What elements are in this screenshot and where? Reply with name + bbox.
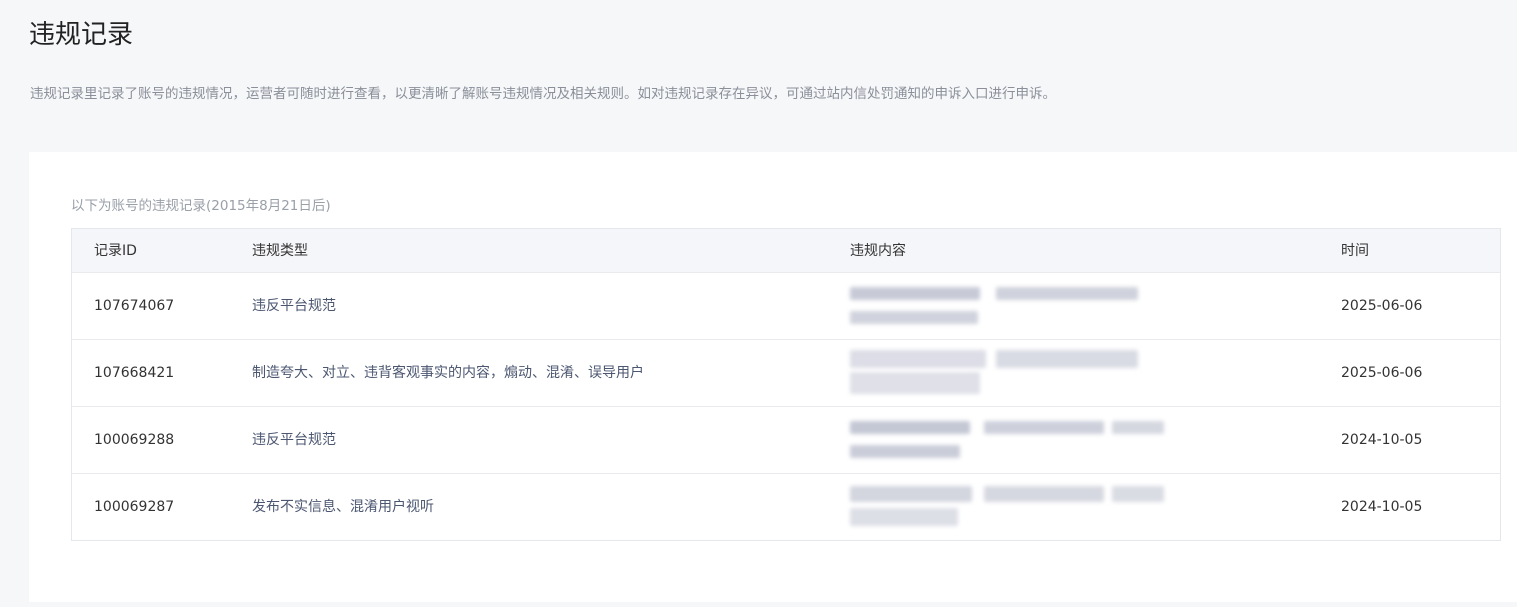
header-violation-type: 违规类型 (252, 242, 308, 259)
violation-content-blurred (850, 273, 1270, 339)
record-id: 100069287 (94, 499, 175, 515)
table-row: 107674067 违反平台规范 2025-06-06 (72, 272, 1500, 339)
records-subtitle: 以下为账号的违规记录(2015年8月21日后) (71, 198, 331, 214)
record-time: 2024-10-05 (1341, 499, 1423, 515)
page-description: 违规记录里记录了账号的违规情况，运营者可随时进行查看，以更清晰了解账号违规情况及… (30, 86, 1056, 102)
record-time: 2025-06-06 (1341, 298, 1423, 314)
violation-type: 制造夸大、对立、违背客观事实的内容，煽动、混淆、误导用户 (252, 365, 644, 381)
record-id: 107668421 (94, 365, 175, 381)
record-id: 100069288 (94, 432, 175, 448)
record-time: 2025-06-06 (1341, 365, 1423, 381)
header-time: 时间 (1341, 242, 1369, 259)
page-title: 违规记录 (29, 20, 134, 50)
violation-records-table: 记录ID 违规类型 违规内容 时间 107674067 违反平台规范 2025-… (71, 228, 1501, 541)
record-id: 107674067 (94, 298, 175, 314)
header-violation-content: 违规内容 (850, 242, 906, 259)
violation-content-blurred (850, 407, 1270, 473)
violation-content-blurred (850, 474, 1270, 540)
header-record-id: 记录ID (94, 242, 137, 259)
violation-type: 发布不实信息、混淆用户视听 (252, 499, 434, 515)
table-header-row: 记录ID 违规类型 违规内容 时间 (72, 229, 1500, 272)
violation-content-blurred (850, 340, 1270, 406)
table-row: 100069287 发布不实信息、混淆用户视听 2024-10-05 (72, 473, 1500, 540)
table-row: 107668421 制造夸大、对立、违背客观事实的内容，煽动、混淆、误导用户 2… (72, 339, 1500, 406)
violation-records-card: 以下为账号的违规记录(2015年8月21日后) 记录ID 违规类型 违规内容 时… (29, 152, 1517, 602)
record-time: 2024-10-05 (1341, 432, 1423, 448)
violation-type: 违反平台规范 (252, 432, 336, 448)
page-header: 违规记录 (29, 18, 133, 52)
table-row: 100069288 违反平台规范 2024-10-05 (72, 406, 1500, 473)
violation-type: 违反平台规范 (252, 298, 336, 314)
